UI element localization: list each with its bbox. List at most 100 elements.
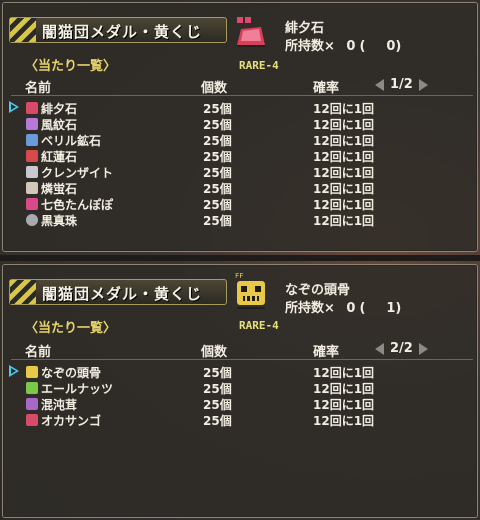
item-icon-tag: FF [235, 272, 243, 280]
ore-icon [26, 182, 38, 194]
row-name: 混沌茸 [41, 398, 78, 412]
next-page-icon[interactable] [418, 78, 428, 91]
prev-page-icon[interactable] [375, 342, 384, 355]
owned-paren-value: 0) [386, 39, 402, 54]
row-name: 風紋石 [41, 118, 78, 132]
row-rate: 12回に1回 [313, 150, 375, 164]
row-qty: 25個 [203, 182, 232, 196]
medal-banner: 闇猫団メダル・黄くじ [9, 17, 227, 43]
row-rate: 12回に1回 [313, 382, 375, 396]
row-qty: 25個 [203, 214, 232, 228]
row-name: ベリル鉱石 [41, 134, 102, 148]
row-qty: 25個 [203, 414, 232, 428]
row-qty: 25個 [203, 150, 232, 164]
column-header-name: 名前 [25, 345, 52, 360]
red-stone-icon [237, 17, 265, 47]
herb-icon [26, 198, 38, 210]
banner-title: 闇猫団メダル・黄くじ [42, 23, 203, 41]
owned-value: 0 [346, 301, 356, 316]
rarity-label: RARE-4 [239, 59, 279, 72]
lottery-panel-page-2: 闇猫団メダル・黄くじ 〈当たり一覧〉 FF なぞの頭骨 所持数× 0(1) RA… [2, 264, 478, 518]
row-name: オカサンゴ [41, 414, 102, 428]
table-row[interactable]: なぞの頭骨 25個 12回に1回 [3, 364, 479, 380]
table-row[interactable]: 紅蓮石 25個 12回に1回 [3, 148, 479, 164]
row-qty: 25個 [203, 366, 232, 380]
column-header-qty: 個数 [201, 345, 228, 360]
medal-banner: 闇猫団メダル・黄くじ [9, 279, 227, 305]
page-number: 2/2 [390, 341, 413, 356]
owned-value: 0 [346, 39, 356, 54]
column-header-name: 名前 [25, 81, 52, 96]
row-name: 黒真珠 [41, 214, 78, 228]
nut-icon [26, 382, 38, 394]
row-qty: 25個 [203, 134, 232, 148]
row-qty: 25個 [203, 118, 232, 132]
banner-title: 闇猫団メダル・黄くじ [42, 285, 203, 303]
row-rate: 12回に1回 [313, 118, 375, 132]
pearl-icon [26, 214, 38, 226]
owned-label: 所持数× [285, 301, 335, 316]
row-name: 紅蓮石 [41, 150, 78, 164]
row-rate: 12回に1回 [313, 102, 375, 116]
table-row[interactable]: 混沌茸 25個 12回に1回 [3, 396, 479, 412]
owned-count: 所持数× 0(0) [285, 35, 401, 54]
skull-item-icon [26, 366, 38, 378]
row-rate: 12回に1回 [313, 414, 375, 428]
row-qty: 25個 [203, 382, 232, 396]
page-indicator: 1/2 [375, 77, 428, 92]
row-rate: 12回に1回 [313, 182, 375, 196]
selected-item-name: なぞの頭骨 [285, 283, 351, 298]
banner-stripe [10, 18, 36, 42]
row-qty: 25個 [203, 102, 232, 116]
column-header-rate: 確率 [313, 81, 340, 96]
table-row[interactable]: 風紋石 25個 12回に1回 [3, 116, 479, 132]
row-name: 緋夕石 [41, 102, 78, 116]
header-divider [11, 359, 473, 360]
row-rate: 12回に1回 [313, 166, 375, 180]
ore-icon [26, 166, 38, 178]
table-row[interactable]: オカサンゴ 25個 12回に1回 [3, 412, 479, 428]
row-name: なぞの頭骨 [41, 366, 102, 380]
row-qty: 25個 [203, 198, 232, 212]
owned-count: 所持数× 0(1) [285, 297, 401, 316]
header-divider [11, 95, 473, 96]
rarity-label: RARE-4 [239, 319, 279, 332]
table-row[interactable]: ベリル鉱石 25個 12回に1回 [3, 132, 479, 148]
next-page-icon[interactable] [418, 342, 428, 355]
row-rate: 12回に1回 [313, 214, 375, 228]
table-row[interactable]: 七色たんぽぽ 25個 12回に1回 [3, 196, 479, 212]
column-header-qty: 個数 [201, 81, 228, 96]
page-number: 1/2 [390, 77, 413, 92]
skull-icon: FF [235, 272, 265, 309]
ore-icon [26, 134, 38, 146]
page-indicator: 2/2 [375, 341, 428, 356]
row-rate: 12回に1回 [313, 398, 375, 412]
row-name: クレンザイト [41, 166, 114, 180]
table-row[interactable]: 黒真珠 25個 12回に1回 [3, 212, 479, 228]
banner-stripe [10, 280, 36, 304]
table-row[interactable]: 燐蛍石 25個 12回に1回 [3, 180, 479, 196]
ore-icon [26, 118, 38, 130]
table-row[interactable]: 緋夕石 25個 12回に1回 [3, 100, 479, 116]
row-name: 燐蛍石 [41, 182, 78, 196]
prize-list-heading: 〈当たり一覧〉 [25, 59, 117, 74]
panel-separator [0, 255, 480, 261]
owned-label: 所持数× [285, 39, 335, 54]
prev-page-icon[interactable] [375, 78, 384, 91]
row-rate: 12回に1回 [313, 198, 375, 212]
lottery-panel-page-1: 闇猫団メダル・黄くじ 〈当たり一覧〉 緋夕石 所持数× 0(0) RARE-4 … [2, 2, 478, 252]
mushroom-icon [26, 398, 38, 410]
table-row[interactable]: クレンザイト 25個 12回に1回 [3, 164, 479, 180]
row-name: 七色たんぽぽ [41, 198, 114, 212]
row-rate: 12回に1回 [313, 366, 375, 380]
selected-item-name: 緋夕石 [285, 21, 325, 36]
owned-paren-value: 1) [386, 301, 402, 316]
table-row[interactable]: エールナッツ 25個 12回に1回 [3, 380, 479, 396]
prize-list-heading: 〈当たり一覧〉 [25, 321, 117, 336]
ore-icon [26, 102, 38, 114]
row-rate: 12回に1回 [313, 134, 375, 148]
coral-icon [26, 414, 38, 426]
row-qty: 25個 [203, 398, 232, 412]
row-qty: 25個 [203, 166, 232, 180]
row-name: エールナッツ [41, 382, 114, 396]
